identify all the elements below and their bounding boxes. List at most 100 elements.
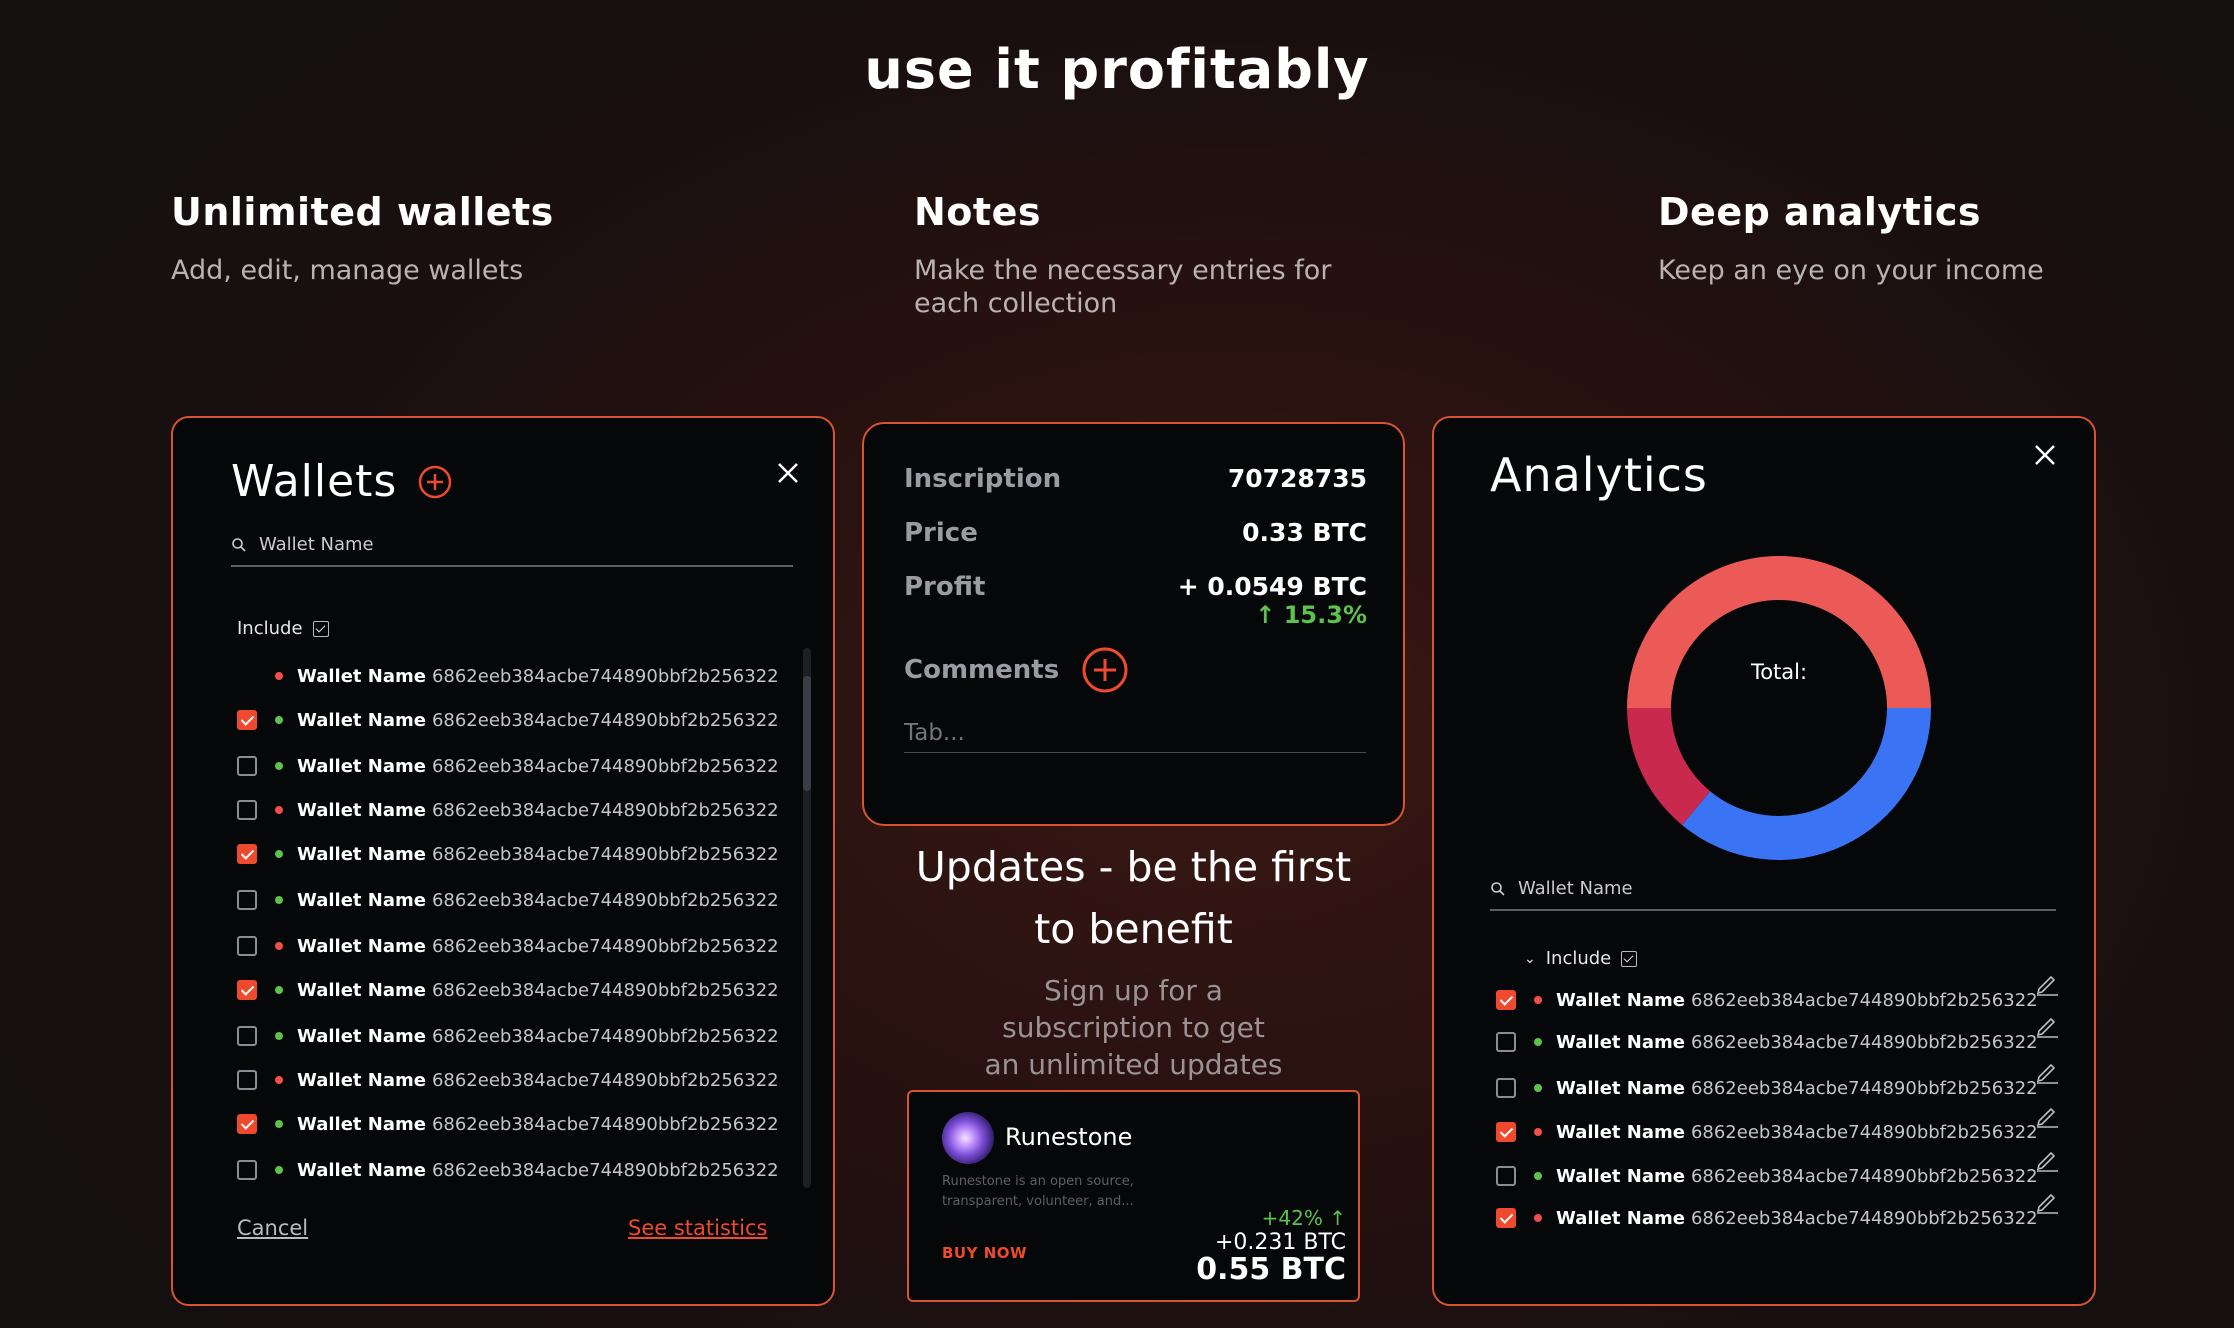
include-checkbox[interactable]: [312, 620, 329, 637]
add-comment-icon[interactable]: [1081, 646, 1129, 694]
profit-value: + 0.0549 BTC: [1177, 572, 1367, 601]
search-icon: [232, 537, 246, 552]
status-dot: [275, 896, 283, 904]
search-input[interactable]: [259, 534, 739, 555]
hero-title: use it profitably: [864, 38, 1370, 101]
wallet-search[interactable]: [231, 534, 793, 567]
wallet-row[interactable]: Wallet Name 6862eeb384acbe744890bbf2b2563…: [237, 1158, 779, 1182]
wallet-checkbox[interactable]: [237, 756, 257, 776]
price-row: Price 0.33 BTC: [904, 518, 1367, 548]
wallet-checkbox[interactable]: [237, 1070, 257, 1090]
wallet-name: Wallet Name: [1556, 1207, 1685, 1229]
runestone-card[interactable]: Runestone Runestone is an open source, t…: [907, 1090, 1360, 1302]
edit-pencil-icon[interactable]: [2034, 970, 2060, 996]
wallet-hash: 6862eeb384acbe744890bbf2b256322: [431, 889, 779, 911]
wallet-row[interactable]: Wallet Name 6862eeb384acbe744890bbf2b2563…: [1496, 1030, 2038, 1054]
search-input[interactable]: [1518, 878, 1998, 899]
wallet-hash: 6862eeb384acbe744890bbf2b256322: [431, 1113, 779, 1135]
wallet-row[interactable]: Wallet Name 6862eeb384acbe744890bbf2b2563…: [237, 798, 779, 822]
include-checkbox[interactable]: [1621, 950, 1638, 967]
wallet-checkbox[interactable]: [237, 890, 257, 910]
wallet-row[interactable]: Wallet Name 6862eeb384acbe744890bbf2b2563…: [237, 1068, 779, 1092]
wallet-row[interactable]: Wallet Name 6862eeb384acbe744890bbf2b2563…: [237, 1024, 779, 1048]
wallet-row[interactable]: Wallet Name 6862eeb384acbe744890bbf2b2563…: [237, 664, 779, 688]
close-icon[interactable]: [2028, 438, 2062, 472]
wallet-search[interactable]: [1490, 878, 2056, 911]
buy-now-button[interactable]: BUY NOW: [942, 1244, 1027, 1262]
see-statistics-link[interactable]: See statistics: [628, 1216, 767, 1240]
include-toggle[interactable]: ⌄ Include: [1524, 948, 1638, 969]
wallet-name: Wallet Name: [297, 755, 426, 777]
wallet-row[interactable]: Wallet Name 6862eeb384acbe744890bbf2b2563…: [1496, 988, 2038, 1012]
profit-pct: 15.3%: [1283, 601, 1367, 629]
feature-desc: Add, edit, manage wallets: [171, 255, 524, 286]
feature-title: Unlimited wallets: [171, 190, 554, 234]
close-icon[interactable]: [771, 456, 805, 490]
include-toggle[interactable]: Include: [237, 618, 329, 639]
add-wallet-icon[interactable]: [417, 464, 453, 500]
change-pct: +42% ↑: [1262, 1206, 1346, 1230]
edit-pencil-icon[interactable]: [2034, 1102, 2060, 1128]
runestone-price: 0.55 BTC: [1196, 1252, 1346, 1287]
wallet-name: Wallet Name: [1556, 1165, 1685, 1187]
wallet-checkbox[interactable]: [1496, 990, 1516, 1010]
wallet-checkbox[interactable]: [237, 980, 257, 1000]
chevron-down-icon[interactable]: ⌄: [1524, 951, 1536, 967]
wallet-checkbox[interactable]: [237, 844, 257, 864]
analytics-title: Analytics: [1490, 448, 1708, 502]
wallet-checkbox[interactable]: [237, 1114, 257, 1134]
wallet-row[interactable]: Wallet Name 6862eeb384acbe744890bbf2b2563…: [237, 978, 779, 1002]
wallet-row[interactable]: Wallet Name 6862eeb384acbe744890bbf2b2563…: [237, 754, 779, 778]
wallet-name: Wallet Name: [297, 799, 426, 821]
wallet-checkbox[interactable]: [1496, 1122, 1516, 1142]
scrollbar[interactable]: [803, 648, 811, 1188]
arrow-up-icon: ↑: [1255, 601, 1276, 629]
wallet-checkbox[interactable]: [237, 800, 257, 820]
runestone-avatar: [942, 1112, 994, 1164]
profit-row: Profit + 0.0549 BTC ↑ 15.3%: [904, 572, 1367, 629]
wallet-checkbox[interactable]: [1496, 1208, 1516, 1228]
scrollbar-thumb[interactable]: [803, 676, 811, 791]
edit-pencil-icon[interactable]: [2034, 1188, 2060, 1214]
wallet-row[interactable]: Wallet Name 6862eeb384acbe744890bbf2b2563…: [237, 708, 779, 732]
feature-analytics: Deep analytics Keep an eye on your incom…: [1658, 190, 2044, 287]
wallet-checkbox[interactable]: [237, 710, 257, 730]
wallet-hash: 6862eeb384acbe744890bbf2b256322: [431, 935, 779, 957]
edit-pencil-icon[interactable]: [2034, 1146, 2060, 1172]
wallet-checkbox[interactable]: [237, 1026, 257, 1046]
search-icon: [1491, 881, 1505, 896]
wallet-hash: 6862eeb384acbe744890bbf2b256322: [1690, 1031, 2038, 1053]
wallet-hash: 6862eeb384acbe744890bbf2b256322: [1690, 1207, 2038, 1229]
wallet-row[interactable]: Wallet Name 6862eeb384acbe744890bbf2b2563…: [1496, 1164, 2038, 1188]
feature-title: Notes: [914, 190, 1041, 234]
wallet-name: Wallet Name: [297, 1159, 426, 1181]
cancel-button[interactable]: Cancel: [237, 1216, 308, 1240]
wallet-row[interactable]: Wallet Name 6862eeb384acbe744890bbf2b2563…: [1496, 1206, 2038, 1230]
wallet-hash: 6862eeb384acbe744890bbf2b256322: [431, 755, 779, 777]
wallet-checkbox[interactable]: [1496, 1166, 1516, 1186]
edit-pencil-icon[interactable]: [2034, 1058, 2060, 1084]
feature-notes: Notes Make the necessary entries for eac…: [914, 190, 1334, 320]
runestone-name: Runestone: [1005, 1123, 1133, 1151]
wallet-name: Wallet Name: [1556, 1031, 1685, 1053]
updates-title-line: Updates - be the first: [915, 843, 1352, 891]
desc-line: Runestone is an open source,: [942, 1174, 1134, 1189]
wallet-checkbox[interactable]: [1496, 1078, 1516, 1098]
profit-change: ↑ 15.3%: [1178, 601, 1367, 629]
updates-sub-line: an unlimited updates: [984, 1048, 1283, 1081]
wallet-row[interactable]: Wallet Name 6862eeb384acbe744890bbf2b2563…: [237, 934, 779, 958]
wallet-checkbox[interactable]: [237, 1160, 257, 1180]
wallet-row[interactable]: Wallet Name 6862eeb384acbe744890bbf2b2563…: [1496, 1076, 2038, 1100]
inscription-row: Inscription 70728735: [904, 464, 1367, 494]
comment-field[interactable]: [904, 720, 1366, 753]
wallet-checkbox[interactable]: [237, 936, 257, 956]
wallet-row[interactable]: Wallet Name 6862eeb384acbe744890bbf2b2563…: [237, 842, 779, 866]
wallet-checkbox[interactable]: [1496, 1032, 1516, 1052]
donut-chart: [1627, 556, 1931, 860]
wallet-row[interactable]: Wallet Name 6862eeb384acbe744890bbf2b2563…: [237, 888, 779, 912]
status-dot: [275, 806, 283, 814]
wallet-row[interactable]: Wallet Name 6862eeb384acbe744890bbf2b2563…: [1496, 1120, 2038, 1144]
wallet-row[interactable]: Wallet Name 6862eeb384acbe744890bbf2b2563…: [237, 1112, 779, 1136]
comment-input[interactable]: [904, 720, 1366, 746]
edit-pencil-icon[interactable]: [2034, 1012, 2060, 1038]
